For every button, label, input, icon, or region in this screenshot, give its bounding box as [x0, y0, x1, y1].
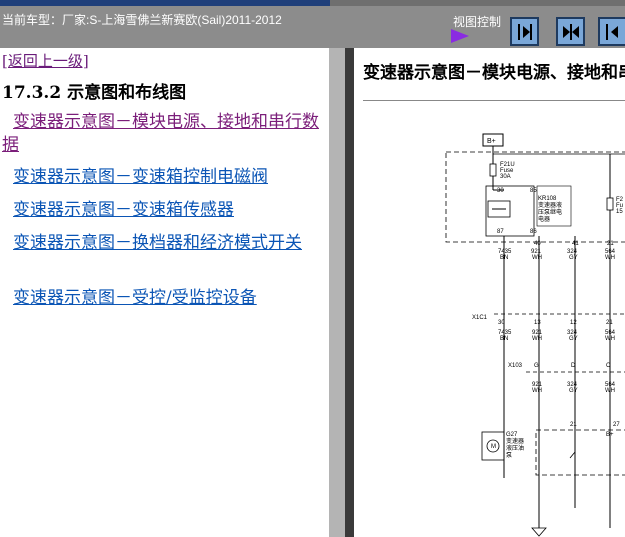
battery-terminal: B+ [482, 133, 504, 147]
module-pin-1: B+ [606, 432, 614, 438]
wire-top-pin-1: 40 [534, 241, 541, 247]
motor-name-line3: 泵 [506, 452, 512, 459]
battery-label: B+ [487, 138, 496, 145]
split-view-icon [562, 23, 579, 40]
wire-mid-color-2: GY [569, 336, 578, 342]
wiring-diagram: B+ F21U Fuse 30A F2 Fu 15 30 85 87 86 KR… [445, 133, 625, 537]
module-pin-0: 21 [570, 422, 577, 428]
next-page-icon [517, 23, 532, 40]
link-controlled-devices[interactable]: 变速器示意图－受控/受监控设备 [2, 287, 322, 310]
prev-page-icon [605, 23, 618, 40]
relay-pin-85: 85 [530, 188, 537, 194]
prev-page-button[interactable] [598, 17, 625, 46]
wire-low-color-1: GY [569, 388, 578, 394]
back-link[interactable]: [返回上一级] [2, 50, 89, 71]
car-model-label: 当前车型：厂家:S-上海雪佛兰新赛欧(Sail)2011-2012 [2, 13, 282, 27]
content-pane: 变速器示意图－模块电源、接地和串行数据 B+ F21U Fuse 30A F2 … [354, 48, 625, 537]
link-shifter-eco-switch[interactable]: 变速器示意图－换档器和经济模式开关 [2, 232, 322, 255]
wire-top-color-0: BN [500, 255, 508, 261]
wire-low-color-0: WH [532, 388, 542, 394]
relay-kr108: 30 85 87 86 KR108 变速器液 压泵继电 电器 [485, 185, 572, 237]
wire-low-color-2: WH [605, 388, 615, 394]
wire-labels-top: 40 41 21 7435 921 324 564 BN WH GY WH [498, 241, 616, 261]
motor-symbol: M [491, 444, 496, 450]
conn1-pin-1: 13 [534, 320, 541, 326]
motor-name-line2: 液压油 [506, 444, 524, 452]
view-control-label: 视图控制 [453, 15, 502, 29]
fuse-f2: F2 Fu 15 [606, 197, 624, 215]
conn1-pin-0: 30 [498, 320, 505, 326]
conn2-pin-0: G [534, 363, 539, 369]
connector-x103: X103 G D C [508, 363, 625, 373]
title-divider [363, 100, 625, 101]
fuse2-rating: 15 [616, 209, 623, 215]
wire-top-pin-3: 21 [607, 241, 614, 247]
module-pin-2: 27 [613, 422, 620, 428]
relay-name-line1: 变速器液 [538, 201, 562, 209]
pane-divider [345, 48, 354, 537]
link-power-ground-serial[interactable]: 变速器示意图－模块电源、接地和串行数据 [2, 111, 322, 157]
fuse-f21u: F21U Fuse 30A [489, 162, 515, 180]
section-title: 17.3.2 示意图和布线图 [2, 83, 187, 103]
relay-pin-86: 86 [530, 229, 537, 235]
link-transmission-sensors[interactable]: 变速器示意图－变速箱传感器 [2, 199, 322, 222]
wire-top-color-2: GY [569, 255, 578, 261]
tab-strip [0, 0, 330, 6]
relay-pin-30: 30 [497, 188, 504, 194]
wire-labels-mid: 7435 921 324 564 BN WH GY WH [498, 330, 616, 342]
wire-top-pin-2: 41 [572, 241, 579, 247]
play-icon[interactable] [451, 29, 469, 43]
wire-mid-color-3: WH [605, 336, 615, 342]
control-module: 21 B+ 27 [535, 422, 625, 476]
relay-pin-87: 87 [497, 229, 504, 235]
fuse1-rating: 30A [500, 174, 511, 180]
top-bar: 当前车型：厂家:S-上海雪佛兰新赛欧(Sail)2011-2012 视图控制 [0, 0, 625, 48]
connector-x1c1: X1C1 30 13 12 21 [472, 313, 625, 326]
ground-symbol [531, 527, 547, 537]
motor-g27: M G27 变速器 液压油 泵 [481, 431, 524, 461]
relay-name-line3: 电器 [538, 215, 550, 223]
conn1-pin-3: 21 [606, 320, 613, 326]
wire-labels-low: 921 324 564 WH GY WH [532, 382, 616, 394]
motor-id: G27 [506, 432, 518, 438]
diagram-title: 变速器示意图－模块电源、接地和串行数据 [363, 63, 625, 83]
wire-top-color-1: WH [532, 255, 542, 261]
pane-splitter[interactable] [329, 48, 345, 537]
split-view-button[interactable] [556, 17, 585, 46]
relay-name-line2: 压泵继电 [538, 208, 562, 216]
relay-id: KR108 [538, 196, 557, 202]
wire-mid-color-1: WH [532, 336, 542, 342]
conn1-pin-2: 12 [570, 320, 577, 326]
motor-name-line1: 变速器 [506, 437, 524, 445]
wire-mid-color-0: BN [500, 336, 508, 342]
conn2-pin-1: D [571, 363, 576, 369]
next-page-button[interactable] [510, 17, 539, 46]
conn1-label: X1C1 [472, 315, 488, 321]
link-control-solenoids[interactable]: 变速器示意图－变速箱控制电磁阀 [2, 166, 322, 189]
conn2-pin-2: C [606, 363, 611, 369]
conn2-label: X103 [508, 363, 523, 369]
wire-top-color-3: WH [605, 255, 615, 261]
